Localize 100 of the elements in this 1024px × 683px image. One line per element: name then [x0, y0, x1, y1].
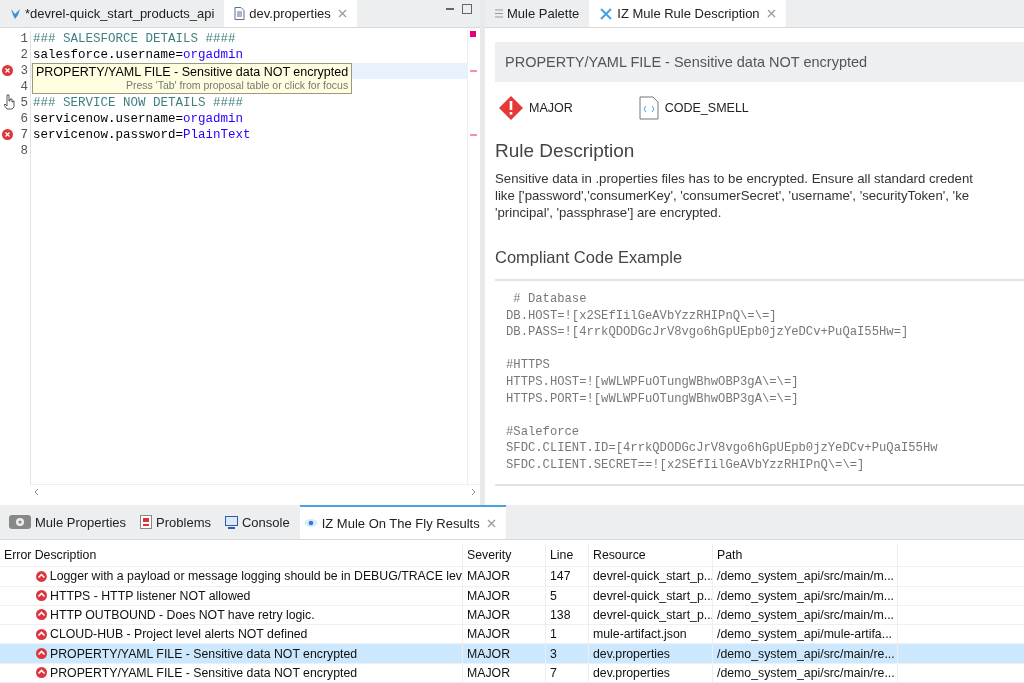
property-key: servicenow.username= [33, 112, 184, 126]
monitor-icon [224, 515, 238, 529]
eye-icon [303, 518, 318, 529]
column-header[interactable]: Error Description [0, 544, 463, 567]
table-row[interactable]: HTTPS - HTTP listener NOT allowed MAJOR 5 devrel-quick_start_p... /demo_system_api/src/main/m... [0, 586, 1024, 606]
property-value: orgadmin [183, 48, 244, 62]
column-header[interactable]: Line [546, 544, 589, 567]
code-line: SFDC.CLIENT.ID=[4rrkQDODGcJrV8vgo6hGpUEpb0jzYeDCv+PuQaI55Hw [506, 440, 939, 457]
tooltip-hint: Press 'Tab' from proposal table or click for focus [124, 79, 349, 91]
column-header[interactable]: Resource [589, 544, 713, 567]
table-cell: 3 [550, 646, 557, 661]
table-cell: CLOUD-HUB - Project level alerts NOT defined [50, 627, 308, 642]
error-icon [36, 590, 47, 602]
table-cell: /demo_system_api/src/main/re... [717, 646, 895, 661]
description-text: Sensitive data in .properties files has to be encrypted. Ensure all standard credent [495, 170, 974, 187]
close-icon[interactable] [766, 9, 776, 18]
warning-icon [499, 96, 523, 120]
table-cell: PROPERTY/YAML FILE - Sensitive data NOT encrypted [50, 665, 358, 680]
code-line: DB.HOST=![x2SEfIilGeAVbYzzRHIPnQ\=\=] [506, 307, 778, 325]
table-row[interactable]: PROPERTY/YAML FILE - Sensitive data NOT encrypted MAJOR 7 dev.properties /demo_system_api/src/main/re... [0, 663, 1024, 683]
line-number: 6 [20, 112, 28, 126]
table-row[interactable]: HTTP OUTBOUND - Does NOT have retry logic. MAJOR 138 devrel-quick_start_p... /demo_system_api/src/main/m... [0, 605, 1024, 626]
table-cell: /demo_system_api/src/main/m... [717, 588, 894, 603]
problems-icon [140, 515, 153, 530]
table-cell: MAJOR [467, 607, 511, 622]
hand-cursor-icon [3, 94, 15, 110]
table-cell: MAJOR [467, 627, 511, 642]
table-cell: MAJOR [467, 646, 511, 661]
code-line: SFDC.CLIENT.SECRET==![x2SEfIilGeAVbYzzRHIPnQ\=\=] [506, 456, 866, 474]
severity-label: MAJOR [529, 101, 573, 115]
gear-icon [9, 515, 31, 530]
code-line: HTTPS.PORT=![wWLWPFuOTungWBhwOBP3gA\=\=] [506, 390, 800, 408]
close-icon[interactable] [337, 9, 347, 18]
table-cell: /demo_system_api/src/main/m... [717, 607, 894, 622]
view-tab[interactable]: Mule Palette [485, 0, 590, 27]
description-text: like ['password','consumerKey', 'consumerSecret', 'username', 'securityToken', 'ke [495, 187, 971, 204]
line-number: 7 [20, 128, 28, 142]
table-cell: Logger with a payload or message logging should be in DEBUG/TRACE lev [49, 569, 462, 584]
table-cell: dev.properties [593, 646, 670, 661]
maximize-icon[interactable] [462, 4, 472, 14]
table-cell: MAJOR [467, 569, 511, 584]
error-icon[interactable] [2, 65, 13, 76]
property-value: PlainText [183, 128, 251, 142]
close-icon[interactable] [486, 518, 496, 528]
view-tab[interactable]: Mule Properties [5, 505, 137, 540]
type-label: CODE_SMELL [664, 101, 749, 115]
editor-tab[interactable]: dev.properties [224, 0, 357, 27]
table-cell: 147 [550, 569, 571, 584]
column-header[interactable]: Path [713, 544, 898, 567]
table-cell: HTTP OUTBOUND - Does NOT have retry logic. [50, 607, 315, 622]
section-heading: Compliant Code Example [495, 248, 684, 267]
line-number: 1 [20, 32, 28, 46]
line-number: 5 [20, 96, 28, 110]
code-line: HTTPS.HOST=![wWLWPFuOTungWBhwOBP3gA\=\=] [506, 373, 800, 391]
section-heading: Rule Description [495, 140, 636, 162]
column-header[interactable]: Severity [463, 544, 546, 567]
error-icon[interactable] [2, 129, 13, 140]
rule-title: PROPERTY/YAML FILE - Sensitive data NOT encrypted [495, 42, 1024, 82]
error-icon [36, 628, 47, 640]
menu-icon [495, 9, 503, 18]
code-line: # Database [512, 291, 588, 308]
view-tab[interactable]: Problems [136, 505, 221, 540]
line-number: 4 [20, 80, 28, 94]
scroll-right-icon[interactable] [471, 488, 476, 497]
error-marker[interactable] [470, 31, 476, 37]
scroll-left-icon[interactable] [34, 488, 39, 497]
table-cell: MAJOR [467, 588, 511, 603]
table-cell: devrel-quick_start_p... [593, 569, 712, 584]
file-icon [234, 7, 246, 20]
tooltip-title: PROPERTY/YAML FILE - Sensitive data NOT encrypted [36, 65, 349, 79]
error-marker[interactable] [470, 70, 477, 72]
line-number: 2 [20, 48, 28, 62]
table-cell: /demo_system_api/src/main/m... [717, 569, 894, 584]
table-cell: PROPERTY/YAML FILE - Sensitive data NOT encrypted [50, 646, 358, 661]
line-number: 3 [20, 64, 28, 78]
table-row[interactable]: PROPERTY/YAML FILE - Sensitive data NOT encrypted MAJOR 3 dev.properties /demo_system_api/src/main/re... [0, 644, 1024, 664]
property-value: orgadmin [183, 112, 244, 126]
code-file-icon [638, 96, 659, 120]
code-line: #Saleforce [506, 423, 581, 441]
view-tab[interactable]: IZ Mule Rule Description [589, 0, 786, 27]
editor-tab[interactable]: *devrel-quick_start_products_api [0, 0, 225, 27]
table-cell: /demo_system_api/mule-artifa... [717, 627, 892, 642]
table-row[interactable]: Logger with a payload or message logging should be in DEBUG/TRACE lev MAJOR 147 devrel-quick_start_p... /demo_system_api/src/main/m... [0, 567, 1024, 587]
table-cell: 138 [550, 607, 571, 622]
tools-icon [599, 6, 614, 21]
table-cell: HTTPS - HTTP listener NOT allowed [50, 588, 251, 603]
table-cell: 7 [550, 665, 557, 680]
error-icon [36, 648, 47, 660]
code-comment: ### SERVICE NOW DETAILS #### [33, 96, 244, 110]
description-text: 'principal', 'passphrase'] are encrypted. [495, 204, 723, 221]
table-cell: dev.properties [593, 665, 670, 680]
table-cell: 1 [550, 627, 557, 642]
property-key: salesforce.username= [33, 48, 184, 62]
code-comment: ### SALESFORCE DETAILS #### [33, 32, 236, 46]
code-line: DB.PASS=![4rrkQDODGcJrV8vgo6hGpUEpb0jzYeDCv+PuQaI55Hw=] [506, 324, 910, 341]
code-line: #HTTPS [506, 357, 551, 374]
view-tab[interactable]: Console [220, 505, 300, 540]
error-marker[interactable] [470, 134, 477, 136]
view-tab[interactable]: IZ Mule On The Fly Results [299, 505, 506, 540]
table-cell: mule-artifact.json [593, 627, 687, 642]
